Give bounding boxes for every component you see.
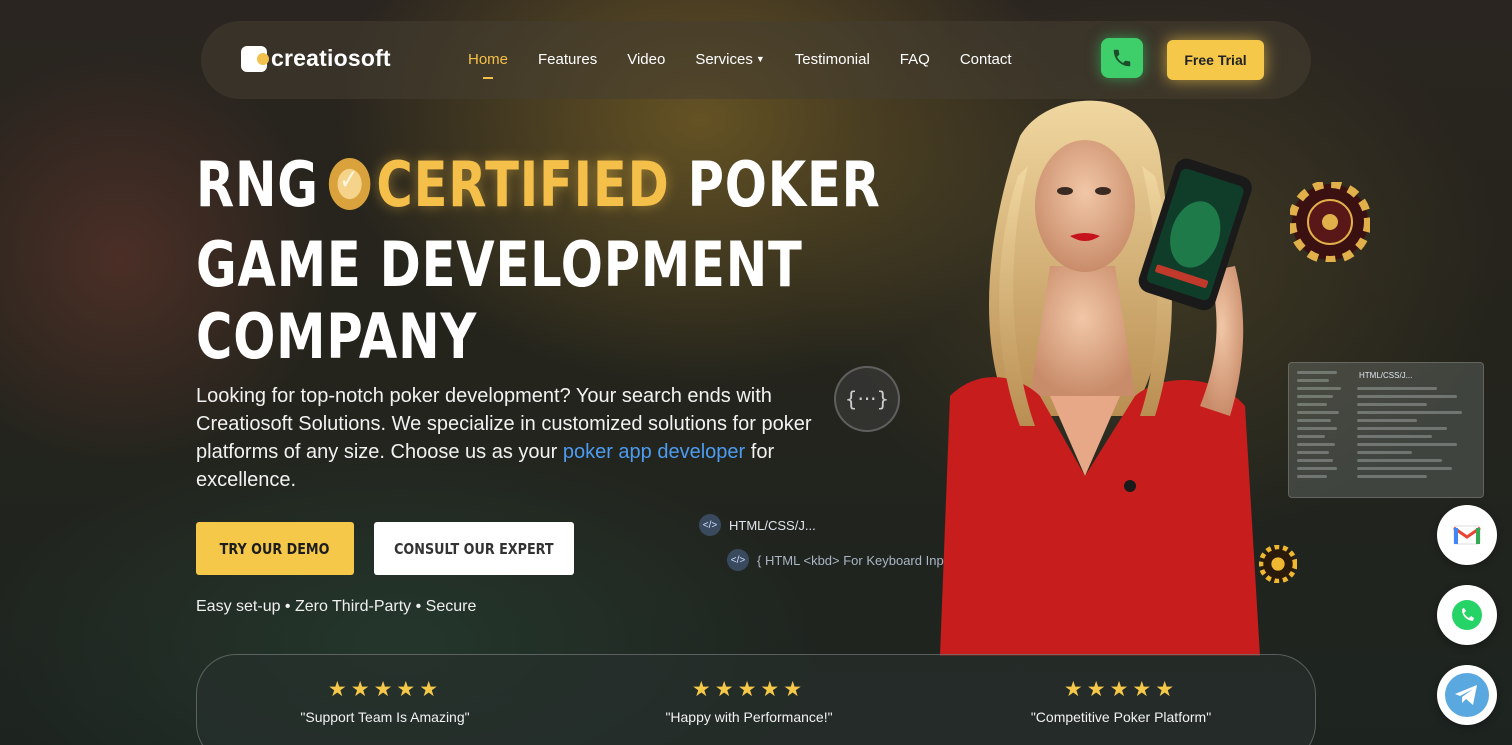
code-braces-icon: {···} xyxy=(834,366,900,432)
chevron-down-icon: ▼ xyxy=(755,54,765,64)
hero-title-line-3: COMPANY xyxy=(196,300,478,373)
hero-woman-image xyxy=(940,100,1260,656)
poker-chip-small-icon xyxy=(1259,545,1297,583)
consult-expert-button[interactable]: CONSULT OUR EXPERT xyxy=(374,522,574,575)
try-demo-button[interactable]: TRY OUR DEMO xyxy=(196,522,354,575)
reviews-bar: ★★★★★ "Support Team Is Amazing" ★★★★★ "H… xyxy=(196,654,1316,745)
whatsapp-button[interactable] xyxy=(1437,585,1497,645)
code-panel-body xyxy=(1357,387,1472,483)
hero-description: Looking for top-notch poker development?… xyxy=(196,382,836,494)
nav-item-services-label: Services xyxy=(695,51,753,68)
code-panel-title: HTML/CSS/J... xyxy=(1359,371,1413,380)
code-tag-html-css: </> HTML/CSS/J... xyxy=(699,514,816,536)
gmail-button[interactable] xyxy=(1437,505,1497,565)
poker-chip-icon xyxy=(1290,182,1370,262)
hero-title-poker: POKER xyxy=(687,148,881,221)
telegram-button[interactable] xyxy=(1437,665,1497,725)
review-item: ★★★★★ "Competitive Poker Platform" xyxy=(991,677,1251,725)
telegram-icon xyxy=(1445,673,1489,717)
review-item: ★★★★★ "Support Team Is Amazing" xyxy=(255,677,515,725)
feature-list: Easy set-up • Zero Third-Party • Secure xyxy=(196,598,477,615)
star-rating-icon: ★★★★★ xyxy=(1063,677,1179,701)
main-menu: Home Features Video Services ▼ Testimonia… xyxy=(468,51,1012,79)
top-navbar: creatiosoft Home Features Video Services… xyxy=(201,21,1311,99)
code-tag-label: HTML/CSS/J... xyxy=(729,517,816,533)
phone-icon xyxy=(1113,49,1131,67)
nav-item-services[interactable]: Services ▼ xyxy=(695,51,764,68)
code-icon: </> xyxy=(699,514,721,536)
code-editor-panel: HTML/CSS/J... xyxy=(1288,362,1484,498)
nav-item-testimonial[interactable]: Testimonial xyxy=(795,51,870,68)
nav-item-faq[interactable]: FAQ xyxy=(900,51,930,68)
hero-title-line-1: RNGCERTIFIED POKER xyxy=(196,154,881,216)
logo-mark-icon xyxy=(241,45,269,72)
brand-logo[interactable]: creatiosoft xyxy=(241,45,391,72)
star-rating-icon: ★★★★★ xyxy=(327,677,443,701)
nav-item-features[interactable]: Features xyxy=(538,51,597,68)
review-quote: "Support Team Is Amazing" xyxy=(300,709,470,725)
review-item: ★★★★★ "Happy with Performance!" xyxy=(619,677,879,725)
phone-button[interactable] xyxy=(1101,38,1143,78)
free-trial-button[interactable]: Free Trial xyxy=(1167,40,1264,80)
gmail-icon xyxy=(1453,525,1481,545)
hero-title-line-2: GAME DEVELOPMENT xyxy=(196,228,803,301)
nav-item-video[interactable]: Video xyxy=(627,51,665,68)
certified-badge-icon xyxy=(328,158,371,210)
code-panel-sidebar xyxy=(1297,371,1342,483)
review-quote: "Competitive Poker Platform" xyxy=(1030,709,1212,725)
star-rating-icon: ★★★★★ xyxy=(691,677,807,701)
review-quote: "Happy with Performance!" xyxy=(665,709,833,725)
nav-item-home[interactable]: Home xyxy=(468,51,508,79)
brand-name: creatiosoft xyxy=(271,45,391,71)
whatsapp-icon xyxy=(1452,600,1482,630)
hero-title-certified: CERTIFIED xyxy=(376,148,670,221)
hero-title-rng: RNG xyxy=(196,148,319,221)
nav-item-contact[interactable]: Contact xyxy=(960,51,1012,68)
consult-expert-label: CONSULT OUR EXPERT xyxy=(394,539,554,558)
code-icon: </> xyxy=(727,549,749,571)
poker-app-developer-link[interactable]: poker app developer xyxy=(563,441,745,463)
try-demo-label: TRY OUR DEMO xyxy=(220,539,330,558)
page: creatiosoft Home Features Video Services… xyxy=(0,0,1512,745)
